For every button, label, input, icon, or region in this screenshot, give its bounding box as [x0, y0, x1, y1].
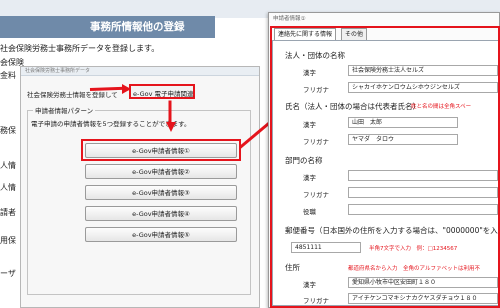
intro-text: 社会保険労務士事務所データを登録します。 — [0, 44, 160, 53]
pattern-button-1[interactable]: e-Gov申請者情報① — [85, 143, 237, 158]
dialog-title: 申請者情報① — [273, 16, 306, 22]
pattern-button-3[interactable]: e-Gov申請者情報③ — [85, 185, 237, 200]
side-label-2: 金料 — [0, 71, 16, 80]
pattern-button-2[interactable]: e-Gov申請者情報② — [85, 164, 237, 179]
side-label-4: 人情 — [0, 161, 16, 170]
dialog-header: 社会保険労務士事務所データ — [21, 67, 259, 76]
egov-button[interactable]: e-Gov 電子申請関連 — [133, 88, 194, 98]
arrow-to-pattern — [168, 100, 172, 125]
pattern-button-4[interactable]: e-Gov申請者情報④ — [85, 206, 237, 221]
pattern-button-5[interactable]: e-Gov申請者情報⑤ — [85, 227, 237, 242]
arrow-head-pattern — [166, 122, 176, 132]
egov-highlight: e-Gov 電子申請関連 — [129, 84, 195, 99]
side-label-6: 請者 — [0, 208, 16, 217]
arrow-head-egov — [122, 84, 131, 94]
side-label-3: 務保 — [0, 126, 16, 135]
office-data-dialog: 社会保険労務士事務所データ 社会保険労務士情報を登録して e-Gov 電子申請関… — [20, 66, 260, 308]
applicant-pattern-group — [27, 110, 251, 295]
side-label-5: 人情 — [0, 183, 16, 192]
dialog-highlight — [270, 26, 500, 308]
side-label-8: ーザ — [0, 269, 16, 278]
side-label-7: 用保 — [0, 236, 16, 245]
group-title: 申請者情報パターン — [33, 105, 96, 115]
page-title: 事務所情報他の登録 — [0, 16, 215, 38]
applicant-info-dialog: 申請者情報① 連絡先に関する情報 その他 法人・団体の名称 漢字 社会保険労務士… — [268, 12, 500, 308]
